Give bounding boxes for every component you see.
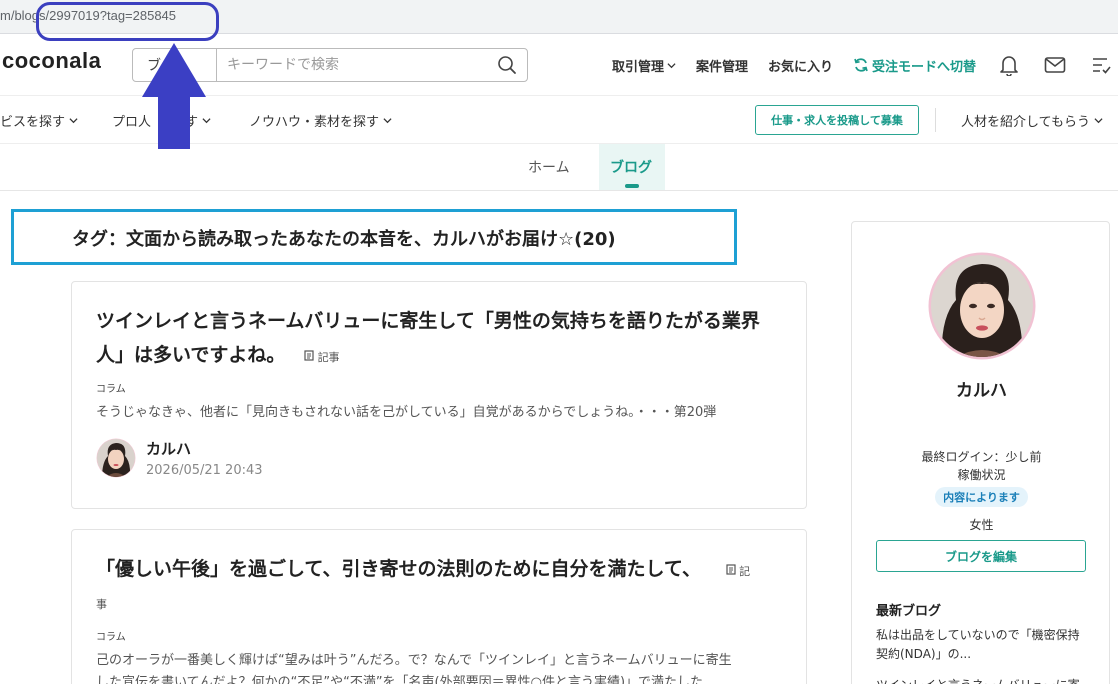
refresh-icon	[854, 58, 868, 72]
article-badge-label: 記事	[317, 351, 340, 364]
checklist-icon	[1093, 58, 1111, 74]
document-icon	[304, 350, 314, 361]
search-icon	[498, 56, 516, 74]
profile-avatar-wrap	[852, 252, 1111, 364]
profile-name: カルハ	[956, 381, 1007, 401]
article-badge-wrap: 事	[96, 598, 107, 611]
article-category[interactable]: コラム	[96, 380, 126, 395]
bell-icon	[1000, 56, 1018, 76]
article-excerpt: そうじゃなきゃ、他者に「見向きもされない話を己がしている」自覚があるからでしょう…	[96, 405, 717, 420]
subnav-find-services[interactable]: ビスを探す	[0, 111, 78, 130]
todo-button[interactable]	[1088, 52, 1114, 78]
author-row[interactable]: カルハ 2026/05/21 20:43	[96, 438, 263, 478]
article-title[interactable]: ツインレイと言うネームバリューに寄生して「男性の気持ちを語りたがる業界人」は多い…	[96, 304, 786, 375]
availability-label: 稼働状況	[957, 468, 1006, 482]
article-badge: 記事	[304, 350, 340, 364]
blog-card[interactable]: ツインレイと言うネームバリューに寄生して「男性の気持ちを語りたがる業界人」は多い…	[71, 281, 807, 509]
document-icon	[725, 564, 736, 575]
edit-blog-button[interactable]: ブログを編集	[876, 540, 1086, 572]
profile-avatar[interactable]	[928, 252, 1036, 360]
annotation-arrow-icon	[142, 43, 206, 149]
switch-mode-button[interactable]: 受注モードへ切替	[853, 56, 976, 75]
profile-gender: 女性	[969, 518, 994, 532]
chevron-down-icon	[1094, 118, 1103, 124]
site-logo[interactable]: coconala	[2, 48, 101, 74]
mail-icon	[1044, 57, 1066, 73]
search-input[interactable]	[217, 49, 487, 81]
tab-home[interactable]: ホーム	[528, 157, 570, 177]
latest-blog-link[interactable]: ツインレイと言うネームバリューに寄	[876, 676, 1090, 684]
nav-projects[interactable]: 案件管理	[696, 56, 748, 75]
subnav-introduce[interactable]: 人材を紹介してもらう	[961, 111, 1103, 130]
url-annotation-highlight	[36, 2, 219, 41]
chevron-down-icon	[383, 118, 392, 124]
article-title-text: 「優しい午後」を過ごして、引き寄せの法則のために自分を満たして、	[96, 558, 701, 580]
post-job-button[interactable]: 仕事・求人を投稿して募集	[755, 105, 919, 135]
nav-transactions[interactable]: 取引管理	[612, 56, 676, 75]
header-nav: 取引管理 案件管理 お気に入り 受注モードへ切替	[612, 34, 1118, 96]
latest-blog-link[interactable]: 私は出品をしていないので「機密保持契約(NDA)」の...	[876, 626, 1090, 664]
page: m/blogs/2997019?tag=285845 coconala ブ 取引…	[0, 0, 1118, 684]
profile-tabs: ホーム ブログ	[0, 144, 1118, 191]
latest-blog-title: 最新ブログ	[876, 604, 942, 619]
status-badge: 内容によります	[935, 487, 1028, 507]
subnav-introduce-label: 人材を紹介してもらう	[961, 115, 1090, 130]
nav-transactions-label: 取引管理	[611, 59, 664, 75]
author-name[interactable]: カルハ	[146, 438, 263, 459]
article-badge: 記	[725, 564, 751, 578]
tag-heading: タグ：文面から読み取ったあなたの本音を、カルハがお届け☆(20)	[72, 229, 616, 250]
blog-card[interactable]: 「優しい午後」を過ごして、引き寄せの法則のために自分を満たして、 記 事 コラム…	[71, 529, 807, 684]
search-button[interactable]	[487, 49, 527, 81]
last-login: 最終ログイン：少し前	[921, 450, 1042, 464]
notifications-button[interactable]	[996, 52, 1022, 78]
article-title[interactable]: 「優しい午後」を過ごして、引き寄せの法則のために自分を満たして、 記	[96, 552, 786, 589]
article-category[interactable]: コラム	[96, 628, 126, 643]
tab-blog[interactable]: ブログ	[610, 157, 652, 177]
author-avatar	[96, 438, 136, 478]
divider	[935, 108, 936, 132]
nav-favorites[interactable]: お気に入り	[768, 56, 833, 75]
article-excerpt-line: した宣伝を書いてんだよ？何かの“不足”や“不満”を「名声(外部要因＝異性○件と言…	[96, 675, 704, 684]
switch-mode-label: 受注モードへ切替	[871, 59, 976, 75]
subnav-find-services-label: ビスを探す	[0, 115, 66, 130]
subnav-find-knowhow[interactable]: ノウハウ・素材を探す	[249, 111, 392, 130]
article-date: 2026/05/21 20:43	[146, 463, 263, 478]
article-title-text: ツインレイと言うネームバリューに寄生して「男性の気持ちを語りたがる業界人」は多い…	[96, 310, 760, 366]
tag-heading-highlight: タグ：文面から読み取ったあなたの本音を、カルハがお届け☆(20)	[11, 209, 737, 265]
article-badge-label: 記	[739, 565, 751, 578]
profile-sidebar: カルハ 最終ログイン：少し前 稼働状況 内容によります 女性 ブログを編集 最新…	[851, 221, 1110, 684]
chevron-down-icon	[667, 62, 676, 68]
availability-status: 内容によります	[852, 486, 1111, 507]
subnav-find-knowhow-label: ノウハウ・素材を探す	[249, 115, 380, 130]
chevron-down-icon	[69, 118, 78, 124]
author-info: カルハ 2026/05/21 20:43	[146, 438, 263, 478]
messages-button[interactable]	[1042, 52, 1068, 78]
tab-active-indicator	[625, 184, 639, 188]
